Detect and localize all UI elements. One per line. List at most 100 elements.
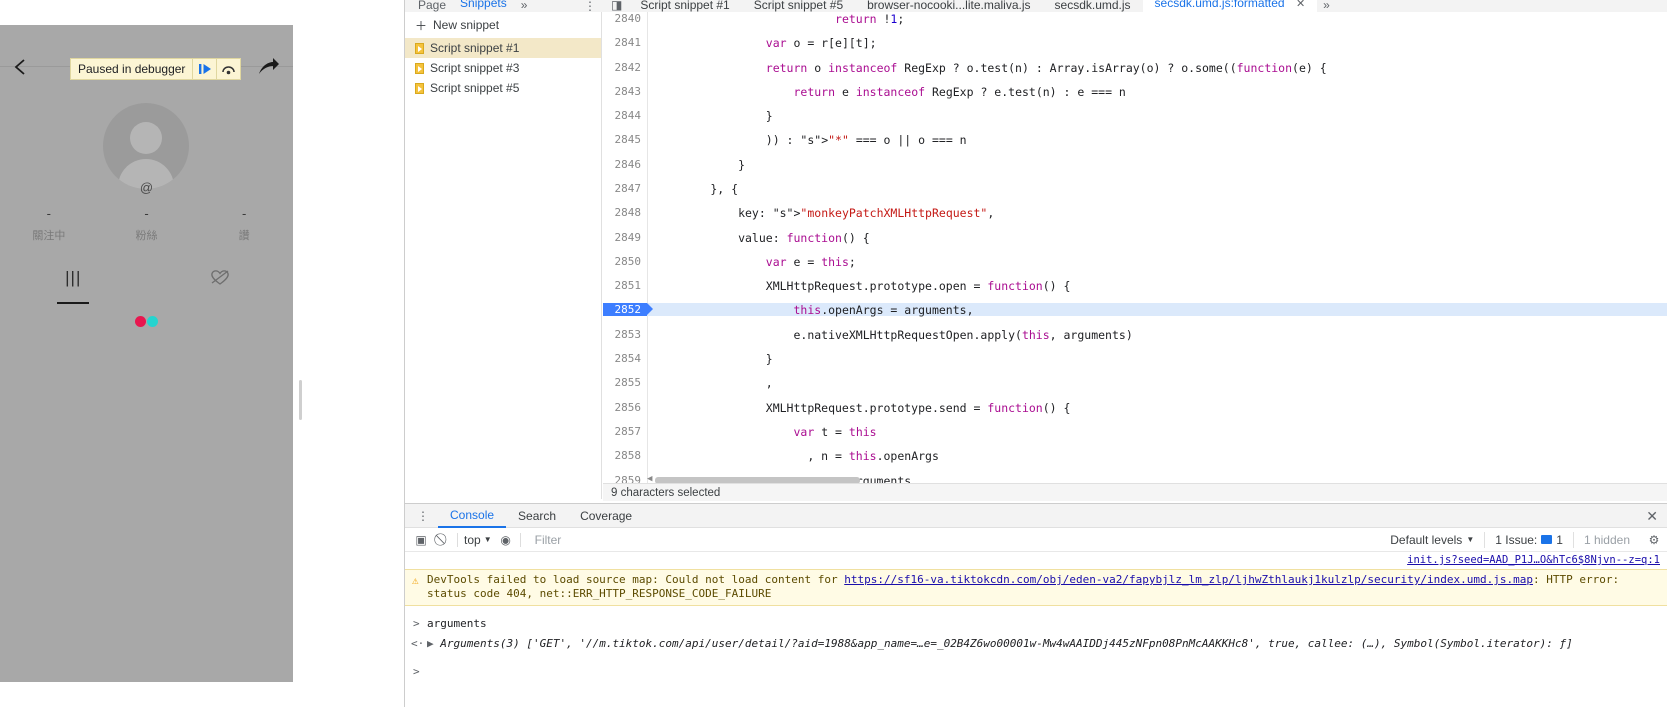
profile-tabs: ||| [0,268,293,306]
snippet-icon [415,42,424,54]
live-expression-icon[interactable]: ◉ [498,533,514,547]
clear-console-icon[interactable]: ⃠ [435,532,451,547]
input-chevron-icon: > [413,665,420,678]
code-text: , [655,376,773,391]
close-icon[interactable]: ✕ [1296,0,1305,10]
message-source-link[interactable]: init.js?seed=AAD_P1J…O&hTc6$8Njvn--z=q:1 [1407,554,1660,566]
grid-icon: ||| [65,268,82,287]
execution-context-selector[interactable]: top ▼ [464,533,492,547]
code-line-2855[interactable]: 2855 , [603,376,1667,391]
expand-object-icon[interactable]: ▶ [427,637,434,650]
gear-icon[interactable]: ⚙ [1646,533,1662,547]
code-line-2846[interactable]: 2846 } [603,157,1667,172]
code-line-2853[interactable]: 2853 e.nativeXMLHttpRequestOpen.apply(th… [603,327,1667,342]
console-sidebar-icon[interactable]: ▣ [413,533,429,547]
snippet-item-3[interactable]: Script snippet #3 [405,58,601,78]
tab-search[interactable]: Search [506,504,568,528]
command-text: arguments [427,617,487,630]
line-number[interactable]: 2845 [603,133,647,146]
line-number[interactable]: 2856 [603,400,647,414]
resume-script-icon[interactable] [192,59,216,79]
code-lines: 2840 return !1; 2841 var o = r[e][t]; 2842… [603,12,1667,499]
tab-console[interactable]: Console [438,504,507,528]
line-number[interactable]: 2857 [603,424,647,438]
stat-label: 讚 [238,230,250,242]
panel-resize-handle[interactable] [299,380,302,420]
code-text: value: function() { [655,230,870,245]
code-text: return e instanceof RegExp ? e.test(n) :… [793,84,1126,99]
snippet-icon [415,82,424,94]
line-number[interactable]: 2847 [603,182,647,195]
profile-username: @ [139,180,154,195]
line-number[interactable]: 2850 [603,254,647,268]
code-line-2840[interactable]: 2840 return !1; [603,12,1667,26]
loading-dots [0,316,293,330]
result-body: ['GET', '//m.tiktok.com/api/user/detail/… [526,637,1573,650]
snippet-item-5[interactable]: Script snippet #5 [405,78,601,98]
new-snippet-button[interactable]: ＋ New snippet [405,12,601,38]
hidden-label: 1 hidden [1583,532,1630,547]
code-line-2845[interactable]: 2845 )) : "s">"*" === o || o === n [603,133,1667,147]
code-line-2854[interactable]: 2854 } [603,352,1667,367]
share-arrow-icon[interactable] [256,56,280,80]
console-drawer: ⋮ Console Search Coverage ✕ ▣ ⃠ top ▼ ◉ … [405,503,1667,707]
line-number[interactable]: 2846 [603,157,647,171]
back-chevron-icon[interactable] [10,56,32,78]
snippet-item-1[interactable]: Script snippet #1 [405,38,601,58]
screenshot-root: Paused in debugger @ - 關注中 - 粉絲 - 讚 ||| … [0,0,1667,707]
new-snippet-label: New snippet [433,18,500,32]
console-filter-input[interactable]: Filter [535,533,1375,547]
line-number[interactable]: 2854 [603,352,647,365]
line-number[interactable]: 2843 [603,84,647,98]
tab-videos[interactable]: ||| [0,268,147,306]
line-number[interactable]: 2840 [603,12,647,25]
code-text: } [655,352,773,367]
code-text: var e = this; [765,254,856,269]
console-prompt[interactable]: > [405,662,1667,678]
code-editor[interactable]: 2840 return !1; 2841 var o = r[e][t]; 2842… [603,12,1667,499]
console-command-echo: > arguments [405,614,1667,634]
stat-label: 粉絲 [135,230,158,242]
warning-url-link[interactable]: https://sf16-va.tiktokcdn.com/obj/eden-v… [844,573,1533,586]
result-prefix: Arguments(3) [440,637,527,650]
loading-dot-red [135,316,147,327]
code-line-2844[interactable]: 2844 } [603,109,1667,123]
issues-button[interactable]: 1 Issue: 1 [1484,531,1573,548]
line-number[interactable]: 2855 [603,376,647,389]
code-line-2851[interactable]: 2851 XMLHttpRequest.prototype.open = fun… [603,279,1667,294]
selection-status-text: 9 characters selected [611,486,721,499]
code-line-2850[interactable]: 2850 var e = this; [603,254,1667,269]
code-line-2858[interactable]: 2858 , n = this.openArgs [603,449,1667,463]
line-number[interactable]: 2851 [603,279,647,292]
line-number[interactable]: 2853 [603,327,647,341]
line-number[interactable]: 2842 [603,60,647,74]
code-line-2857[interactable]: 2857 var t = this [603,424,1667,439]
step-over-icon[interactable] [216,59,240,79]
code-line-2841[interactable]: 2841 var o = r[e][t]; [603,36,1667,50]
console-result-row: <· ▶ Arguments(3) ['GET', '//m.tiktok.co… [405,634,1667,654]
line-number[interactable]: 2849 [603,230,647,244]
line-number[interactable]: 2841 [603,36,647,49]
code-line-2849[interactable]: 2849 value: function() { [603,230,1667,245]
line-number[interactable]: 2852 [603,303,653,316]
code-line-2856[interactable]: 2856 XMLHttpRequest.prototype.send = fun… [603,400,1667,415]
log-levels-selector[interactable]: Default levels ▼ [1380,532,1484,548]
tab-liked[interactable] [147,268,294,306]
warning-prefix: DevTools failed to load source map: Coul… [427,573,845,586]
line-number[interactable]: 2844 [603,109,647,122]
code-text: XMLHttpRequest.prototype.send = function… [655,400,1071,415]
kebab-menu-icon[interactable]: ⋮ [405,509,438,523]
line-number[interactable]: 2848 [603,206,647,219]
code-line-2852[interactable]: 2852 this.openArgs = arguments, [603,303,1667,317]
tab-coverage[interactable]: Coverage [568,504,644,528]
line-number[interactable]: 2858 [603,449,647,462]
code-line-2847[interactable]: 2847 }, { [603,182,1667,196]
code-line-2848[interactable]: 2848 key: "s">"monkeyPatchXMLHttpRequest… [603,206,1667,220]
console-messages: init.js?seed=AAD_P1J…O&hTc6$8Njvn--z=q:1… [405,552,1667,707]
code-line-2842[interactable]: 2842 return o instanceof RegExp ? o.test… [603,60,1667,75]
code-text: XMLHttpRequest.prototype.open = function… [655,279,1071,294]
close-drawer-icon[interactable]: ✕ [1646,508,1658,525]
code-line-2843[interactable]: 2843 return e instanceof RegExp ? e.test… [603,84,1667,99]
profile-stats: - 關注中 - 粉絲 - 讚 [0,207,293,243]
avatar [103,103,189,189]
